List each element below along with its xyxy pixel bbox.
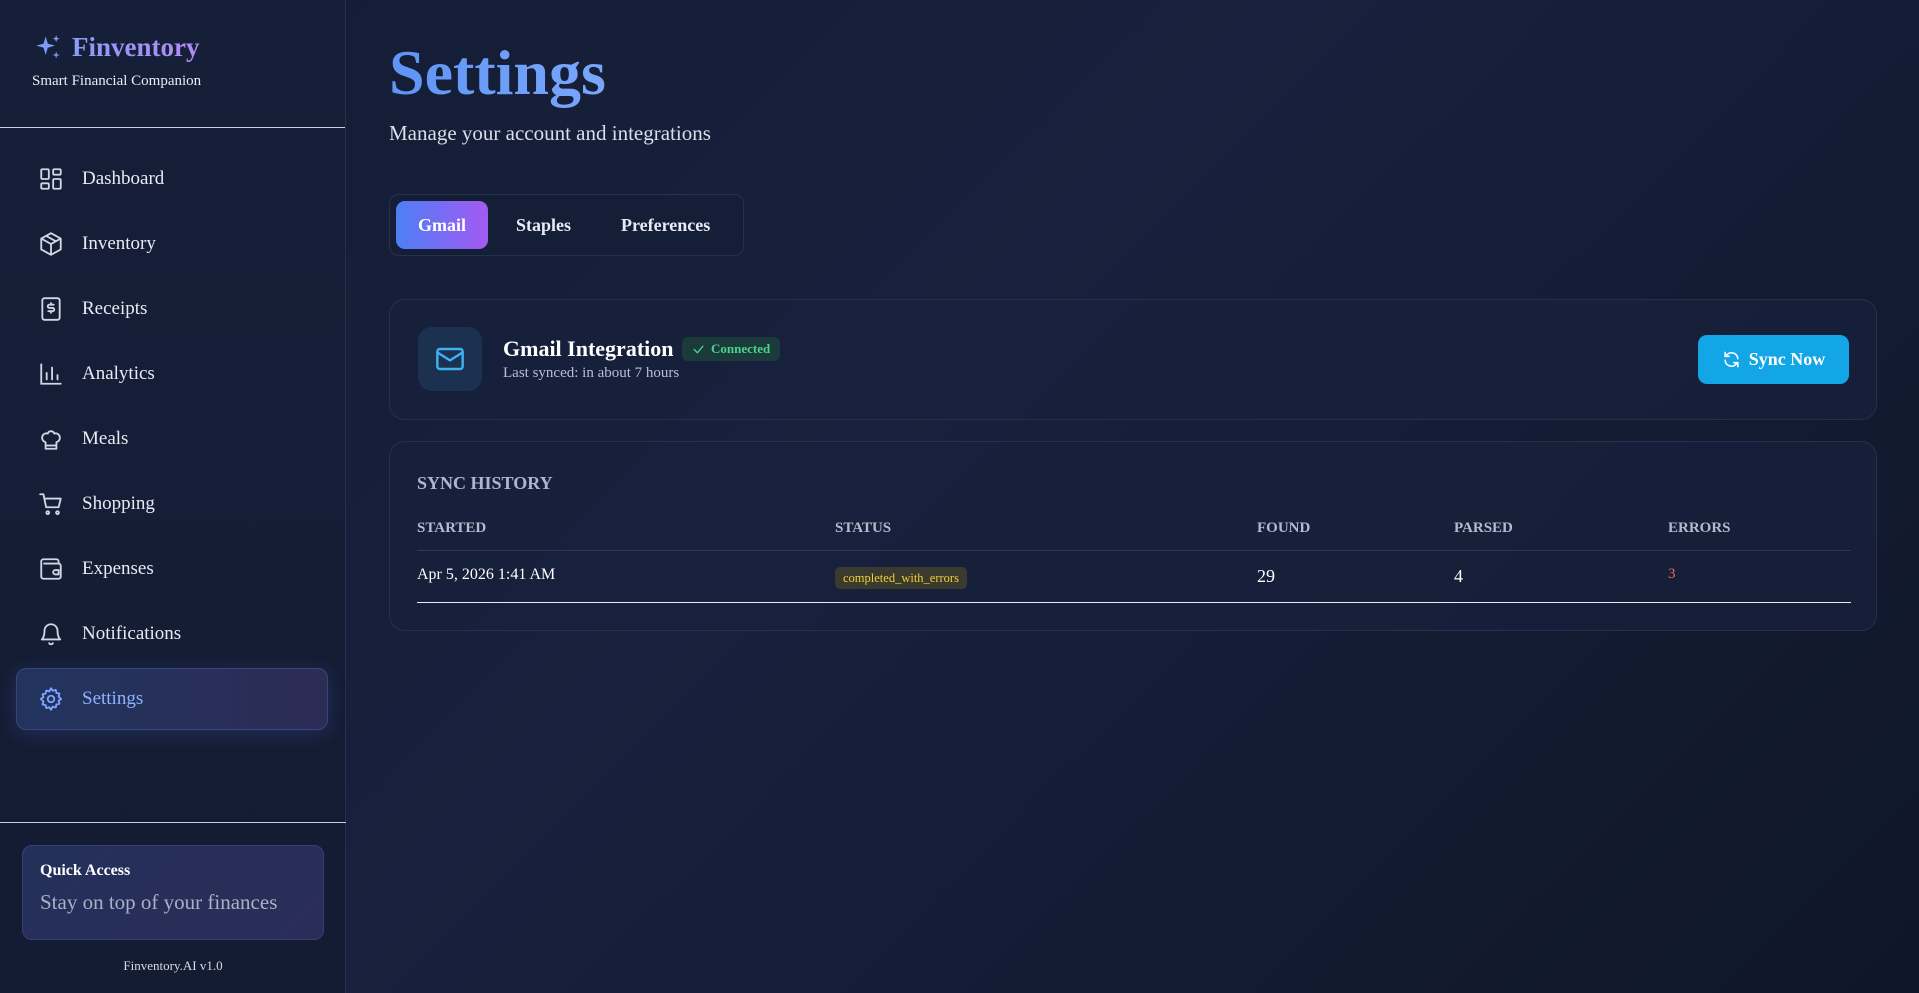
tab-gmail[interactable]: Gmail [396, 201, 488, 249]
app-version: Finventory.AI v1.0 [123, 958, 223, 973]
sidebar-item-label: Meals [82, 428, 129, 449]
sidebar-item-label: Analytics [82, 363, 155, 384]
sidebar-item-expenses[interactable]: Expenses [16, 538, 328, 600]
sidebar-item-analytics[interactable]: Analytics [16, 343, 328, 405]
sparkles-icon [36, 34, 60, 58]
bar-chart-icon [40, 363, 62, 385]
cell-found: 29 [1257, 566, 1275, 586]
sidebar-item-notifications[interactable]: Notifications [16, 603, 328, 665]
status-badge-label: Connected [711, 341, 771, 356]
brand-name[interactable]: Finventory [72, 32, 200, 63]
sync-now-button[interactable]: Sync Now [1698, 335, 1849, 384]
wallet-icon [40, 558, 62, 580]
sidebar-item-label: Settings [82, 688, 144, 709]
receipt-icon [41, 297, 61, 321]
sidebar-item-meals[interactable]: Meals [16, 408, 328, 470]
column-header-status: STATUS [835, 520, 892, 536]
brand-tagline: Smart Financial Companion [32, 73, 202, 89]
bell-icon [40, 623, 62, 646]
column-header-started: STARTED [417, 520, 487, 536]
header-divider [417, 550, 1851, 551]
sidebar-nav: Dashboard Inventory Receipts Analytics M… [16, 148, 328, 733]
dashboard-icon [40, 168, 62, 190]
sidebar-item-receipts[interactable]: Receipts [16, 278, 328, 340]
box-icon [40, 232, 62, 256]
page-subtitle: Manage your account and integrations [389, 121, 711, 145]
last-synced-text: Last synced: in about 7 hours [503, 365, 680, 381]
gmail-integration-title: Gmail Integration [503, 336, 674, 361]
sidebar-item-label: Receipts [82, 298, 148, 319]
sidebar-item-label: Inventory [82, 233, 156, 254]
refresh-icon [1724, 351, 1739, 368]
brand-header: Finventory Smart Financial Companion [0, 0, 345, 128]
chef-hat-icon [41, 430, 61, 450]
sidebar-item-label: Expenses [82, 558, 154, 579]
sidebar-item-dashboard[interactable]: Dashboard [16, 148, 328, 210]
sidebar-footer: Quick Access Stay on top of your finance… [0, 822, 346, 993]
column-header-parsed: PARSED [1454, 520, 1513, 536]
tab-preferences[interactable]: Preferences [599, 201, 732, 249]
mail-icon-box [418, 327, 482, 391]
mail-icon [436, 347, 464, 371]
sync-history-card: SYNC HISTORY STARTED STATUS FOUND PARSED… [389, 441, 1877, 631]
gmail-integration-card: Gmail Integration Connected Last synced:… [389, 299, 1877, 420]
column-header-found: FOUND [1257, 520, 1311, 536]
settings-tabs: Gmail Staples Preferences [389, 194, 744, 256]
sidebar-item-shopping[interactable]: Shopping [16, 473, 328, 535]
quick-access-text: Stay on top of your finances [40, 890, 278, 914]
quick-access-card[interactable]: Quick Access Stay on top of your finance… [22, 845, 324, 940]
cell-parsed: 4 [1454, 566, 1463, 586]
page-title: Settings [389, 37, 606, 108]
cart-icon [39, 493, 62, 515]
sidebar-item-settings[interactable]: Settings [16, 668, 328, 730]
tab-staples[interactable]: Staples [494, 201, 593, 249]
cell-errors: 3 [1668, 566, 1676, 582]
gear-icon [39, 687, 63, 711]
sidebar-item-label: Notifications [82, 623, 182, 644]
cell-started: Apr 5, 2026 1:41 AM [417, 566, 556, 583]
status-pill: completed_with_errors [835, 567, 967, 589]
sidebar: Finventory Smart Financial Companion Das… [0, 0, 346, 993]
sidebar-item-label: Shopping [82, 493, 155, 514]
sidebar-item-inventory[interactable]: Inventory [16, 213, 328, 275]
sync-now-label: Sync Now [1748, 349, 1826, 369]
sidebar-item-label: Dashboard [82, 168, 165, 189]
sync-history-title: SYNC HISTORY [417, 473, 553, 493]
row-divider [417, 602, 1851, 603]
status-badge: Connected [682, 337, 781, 361]
check-icon [693, 345, 704, 353]
column-header-errors: ERRORS [1668, 520, 1731, 536]
quick-access-title: Quick Access [40, 862, 131, 879]
